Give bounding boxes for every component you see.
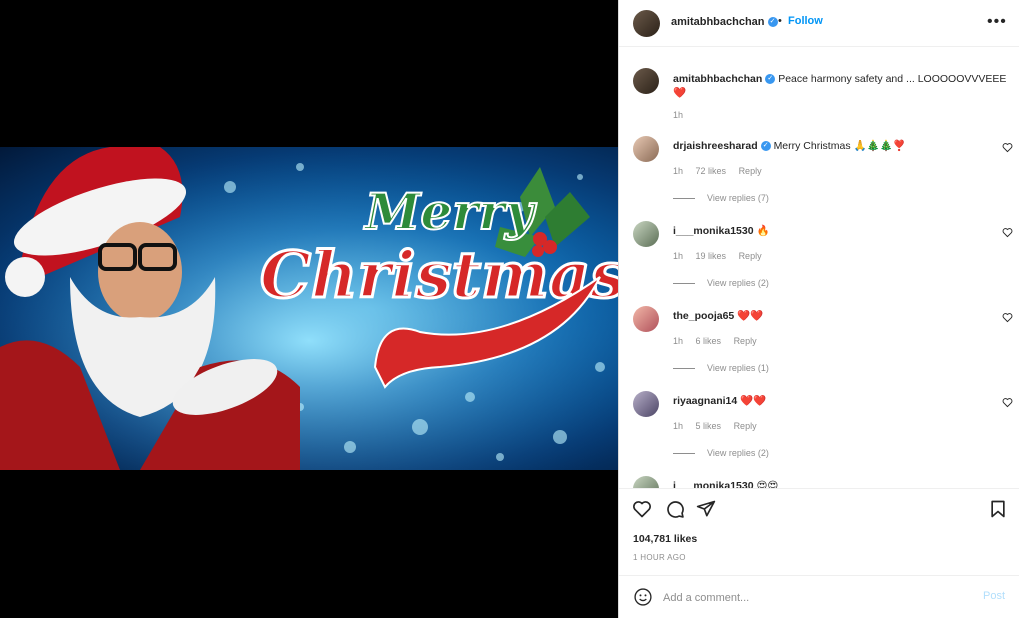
comment-likes[interactable]: 6 likes [696, 336, 722, 346]
caption-text: Peace harmony safety and ... LOOOOOVVVEE… [778, 73, 1007, 85]
reply-button[interactable]: Reply [734, 421, 757, 431]
author-avatar[interactable] [633, 10, 660, 37]
view-replies-label[interactable]: View replies (1) [707, 363, 769, 373]
commenter-avatar[interactable] [633, 306, 659, 332]
post-comment-button[interactable]: Post [983, 590, 1005, 602]
christmas-greeting-image: Merry Christmas [0, 147, 618, 470]
instagram-post-modal: Merry Christmas amitabhbachchan ✓ • Follo… [0, 0, 1019, 618]
post-media-pane: Merry Christmas [0, 0, 618, 618]
more-options-icon[interactable]: ••• [987, 13, 1007, 31]
replies-divider-line [673, 453, 695, 455]
separator-dot: • [778, 15, 782, 27]
view-replies-button[interactable]: View replies (2) [673, 448, 769, 458]
share-paper-plane-icon[interactable] [696, 499, 716, 519]
verified-badge-icon: ✓ [767, 17, 778, 28]
save-bookmark-icon[interactable] [988, 499, 1008, 519]
comment-text-block: i___monika1530 😍😍 [673, 480, 778, 488]
comment-likes[interactable]: 72 likes [696, 166, 727, 176]
comment-text-block: the_pooja65 ❤️❤️ [673, 310, 763, 323]
verified-badge-icon: ✓ [765, 74, 776, 85]
like-comment-heart-icon[interactable] [1002, 142, 1013, 153]
comment-text-block: riyaagnani14 ❤️❤️ [673, 395, 766, 408]
comment-likes[interactable]: 19 likes [696, 251, 727, 261]
commenter-avatar[interactable] [633, 136, 659, 162]
view-replies-button[interactable]: View replies (7) [673, 193, 769, 203]
commenter-username[interactable]: i___monika1530 [673, 225, 754, 237]
view-replies-label[interactable]: View replies (2) [707, 278, 769, 288]
comment-meta: 1h 19 likes Reply [673, 251, 772, 261]
post-image[interactable]: Merry Christmas [0, 147, 618, 470]
comment-text: Merry Christmas 🙏🎄🎄❣️ [773, 140, 906, 152]
comment-text: 🔥 [756, 225, 770, 237]
commenter-username[interactable]: drjaishreesharad [673, 140, 758, 152]
comment-time[interactable]: 1h [673, 166, 683, 176]
likes-count[interactable]: 104,781 likes [633, 533, 697, 545]
add-comment-input[interactable] [663, 589, 963, 606]
post-side-panel: amitabhbachchan ✓ • Follow ••• amitabhbac… [618, 0, 1019, 618]
comment-time[interactable]: 1h [673, 336, 683, 346]
caption-text-block: amitabhbachchan ✓ Peace harmony safety an… [673, 72, 1013, 100]
like-heart-icon[interactable] [632, 499, 652, 519]
reply-button[interactable]: Reply [734, 336, 757, 346]
comment-item: drjaishreesharad ✓ Merry Christmas 🙏🎄🎄❣️ … [633, 136, 1013, 221]
view-replies-button[interactable]: View replies (2) [673, 278, 769, 288]
replies-divider-line [673, 368, 695, 370]
comment-item: the_pooja65 ❤️❤️ 1h 6 likes Reply View r… [633, 306, 1013, 391]
comment-item: riyaagnani14 ❤️❤️ 1h 5 likes Reply View … [633, 391, 1013, 476]
caption-author-avatar[interactable] [633, 68, 659, 94]
caption-username[interactable]: amitabhbachchan [673, 73, 762, 85]
comment-item: i___monika1530 🔥 1h 19 likes Reply View … [633, 221, 1013, 306]
comment-text-block: i___monika1530 🔥 [673, 225, 770, 238]
comment-meta: 1h 5 likes Reply [673, 421, 767, 431]
post-timestamp[interactable]: 1 HOUR AGO [633, 553, 686, 562]
comment-meta: 1h 72 likes Reply [673, 166, 772, 176]
replies-divider-line [673, 198, 695, 200]
like-comment-heart-icon[interactable] [1002, 227, 1013, 238]
view-replies-label[interactable]: View replies (2) [707, 448, 769, 458]
reply-button[interactable]: Reply [739, 166, 762, 176]
comment-text: ❤️❤️ [740, 395, 767, 407]
post-header: amitabhbachchan ✓ • Follow ••• [619, 0, 1019, 47]
commenter-avatar[interactable] [633, 221, 659, 247]
commenter-username[interactable]: riyaagnani14 [673, 395, 737, 407]
like-comment-heart-icon[interactable] [1002, 312, 1013, 323]
reply-button[interactable]: Reply [739, 251, 762, 261]
commenter-avatar[interactable] [633, 391, 659, 417]
replies-divider-line [673, 283, 695, 285]
follow-button[interactable]: Follow [788, 15, 823, 27]
comment-likes[interactable]: 5 likes [696, 421, 722, 431]
comments-list[interactable]: amitabhbachchan ✓ Peace harmony safety an… [619, 48, 1019, 488]
commenter-username[interactable]: the_pooja65 [673, 310, 734, 322]
add-comment-bar: Post [619, 577, 1019, 618]
merry-text: Merry [363, 182, 537, 241]
post-actions-bar: 104,781 likes 1 HOUR AGO [619, 488, 1019, 576]
comment-text: 😍😍 [756, 480, 779, 488]
comment-bubble-icon[interactable] [665, 499, 685, 519]
verified-badge-icon: ✓ [760, 141, 771, 152]
comment-time[interactable]: 1h [673, 251, 683, 261]
comment-text: ❤️❤️ [737, 310, 764, 322]
comment-item: i___monika1530 😍😍 [633, 476, 1013, 488]
like-comment-heart-icon[interactable] [1002, 397, 1013, 408]
caption-time[interactable]: 1h [673, 110, 683, 120]
comment-time[interactable]: 1h [673, 421, 683, 431]
comment-text-block: drjaishreesharad ✓ Merry Christmas 🙏🎄🎄❣️ [673, 140, 906, 153]
commenter-username[interactable]: i___monika1530 [673, 480, 754, 488]
heart-emoji: ❤️ [673, 87, 687, 99]
view-replies-button[interactable]: View replies (1) [673, 363, 769, 373]
view-replies-label[interactable]: View replies (7) [707, 193, 769, 203]
emoji-smiley-icon[interactable] [633, 587, 653, 607]
commenter-avatar[interactable] [633, 476, 659, 488]
author-username-link[interactable]: amitabhbachchan ✓ [671, 16, 778, 28]
author-username[interactable]: amitabhbachchan [671, 16, 765, 28]
comment-meta: 1h 6 likes Reply [673, 336, 767, 346]
